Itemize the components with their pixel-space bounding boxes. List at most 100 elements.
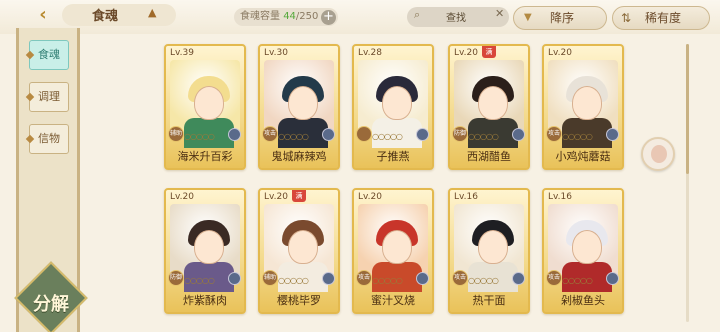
capacity-label: 食魂容量	[240, 11, 280, 22]
sort-chevron-icon: ▼	[524, 12, 532, 23]
star-rating-icon: ○○○○○	[562, 276, 593, 285]
grade-icon	[228, 128, 241, 141]
character-card[interactable]: Lv.30 攻击 ○○○○○ 鬼城麻辣鸡	[258, 44, 340, 170]
character-card[interactable]: Lv.20 满 辅助 ○○○○○ 樱桃毕罗	[258, 188, 340, 314]
star-rating-icon: ○○○○○	[562, 132, 593, 141]
tab-bullet-icon	[25, 50, 35, 60]
card-name: 西湖醋鱼	[467, 150, 511, 163]
grade-icon	[228, 272, 241, 285]
card-level: Lv.30	[264, 48, 288, 58]
card-level: Lv.16	[454, 192, 478, 202]
card-name: 剁椒鱼头	[561, 294, 605, 307]
tab-cultivate[interactable]: 调理	[25, 82, 69, 112]
tab-food-soul[interactable]: 食魂	[25, 40, 69, 70]
card-name: 小鸡炖蘑菇	[555, 150, 611, 163]
character-face	[478, 230, 508, 264]
max-flag-badge: 满	[292, 190, 306, 202]
character-card[interactable]: Lv.20 满 防御 ○○○○○ 西湖醋鱼	[448, 44, 530, 170]
role-badge: 辅助	[168, 126, 184, 142]
max-flag-badge: 满	[482, 46, 496, 58]
avatar-face-icon	[651, 145, 667, 163]
page-title: 食魂	[92, 9, 119, 24]
add-capacity-button[interactable]: +	[321, 10, 336, 25]
card-level: Lv.16	[548, 192, 572, 202]
role-badge	[356, 126, 372, 142]
grade-icon	[416, 272, 429, 285]
role-badge: 辅助	[262, 270, 278, 286]
role-badge: 攻击	[546, 126, 562, 142]
character-face	[382, 86, 412, 120]
search-icon: ⌕	[414, 8, 421, 21]
star-rating-icon: ○○○○○	[468, 276, 499, 285]
character-face	[194, 230, 224, 264]
grade-icon	[512, 128, 525, 141]
character-portrait	[454, 204, 524, 292]
character-portrait	[358, 60, 428, 148]
character-portrait	[548, 60, 618, 148]
card-level: Lv.28	[358, 48, 382, 58]
card-name: 热干面	[472, 294, 506, 307]
role-badge: 攻击	[452, 270, 468, 286]
grade-icon	[512, 272, 525, 285]
role-badge: 防御	[452, 126, 468, 142]
character-face	[288, 86, 318, 120]
role-badge: 防御	[168, 270, 184, 286]
character-face	[572, 230, 602, 264]
character-face	[478, 86, 508, 120]
character-face	[572, 86, 602, 120]
card-level: Lv.20	[170, 192, 194, 202]
character-face	[382, 230, 412, 264]
star-rating-icon: ○○○○○	[372, 132, 403, 141]
card-name: 樱桃毕罗	[277, 294, 321, 307]
assistant-avatar[interactable]	[641, 137, 675, 171]
character-face	[288, 230, 318, 264]
star-rating-icon: ○○○○○	[372, 276, 403, 285]
side-panel: 食魂 调理 信物 分解	[14, 28, 88, 332]
food-soul-grid: Lv.39 辅助 ○○○○○ 海米升百彩 Lv.30 攻击 ○○○○○ 鬼城麻辣鸡 Lv…	[96, 38, 636, 332]
star-rating-icon: ○○○○○	[278, 132, 309, 141]
sort-order-button[interactable]: ▼ 降序	[513, 6, 607, 30]
grade-icon	[322, 272, 335, 285]
capacity-max: /250	[295, 11, 319, 22]
grade-icon	[606, 272, 619, 285]
card-level: Lv.20	[358, 192, 382, 202]
character-card[interactable]: Lv.20 防御 ○○○○○ 炸紫酥肉	[164, 188, 246, 314]
card-name: 子推燕	[376, 150, 410, 163]
scrollbar-thumb[interactable]	[686, 44, 689, 174]
character-portrait	[358, 204, 428, 292]
character-card[interactable]: Lv.16 攻击 ○○○○○ 热干面	[448, 188, 530, 314]
card-name: 蜜汁叉烧	[371, 294, 415, 307]
card-name: 炸紫酥肉	[183, 294, 227, 307]
character-card[interactable]: Lv.28 ○○○○○ 子推燕	[352, 44, 434, 170]
character-portrait	[548, 204, 618, 292]
sort-order-label: 降序	[550, 11, 575, 25]
character-face	[194, 86, 224, 120]
tab-label: 食魂	[38, 48, 60, 61]
character-card[interactable]: Lv.16 攻击 ○○○○○ 剁椒鱼头	[542, 188, 624, 314]
character-card[interactable]: Lv.20 攻击 ○○○○○ 蜜汁叉烧	[352, 188, 434, 314]
card-level: Lv.39	[170, 48, 194, 58]
star-rating-icon: ○○○○○	[468, 132, 499, 141]
grade-icon	[322, 128, 335, 141]
character-card[interactable]: Lv.20 攻击 ○○○○○ 小鸡炖蘑菇	[542, 44, 624, 170]
card-level: Lv.20	[548, 48, 572, 58]
grade-icon	[606, 128, 619, 141]
character-portrait	[454, 60, 524, 148]
character-portrait	[170, 60, 240, 148]
character-card[interactable]: Lv.39 辅助 ○○○○○ 海米升百彩	[164, 44, 246, 170]
card-name: 鬼城麻辣鸡	[271, 150, 327, 163]
character-portrait	[264, 204, 334, 292]
role-badge: 攻击	[546, 270, 562, 286]
character-portrait	[170, 204, 240, 292]
star-rating-icon: ○○○○○	[184, 132, 215, 141]
crown-icon: ▲	[148, 6, 157, 19]
rarity-sort-button[interactable]: ⇅ 稀有度	[612, 6, 710, 30]
decompose-label: 分解	[33, 294, 69, 315]
star-rating-icon: ○○○○○	[278, 276, 309, 285]
role-badge: 攻击	[356, 270, 372, 286]
clear-search-icon[interactable]: ✕	[495, 7, 504, 20]
tab-token[interactable]: 信物	[25, 124, 69, 154]
back-arrow-icon[interactable]: ‹	[30, 2, 56, 28]
rarity-sort-label: 稀有度	[645, 11, 682, 25]
title-pill	[62, 4, 176, 26]
